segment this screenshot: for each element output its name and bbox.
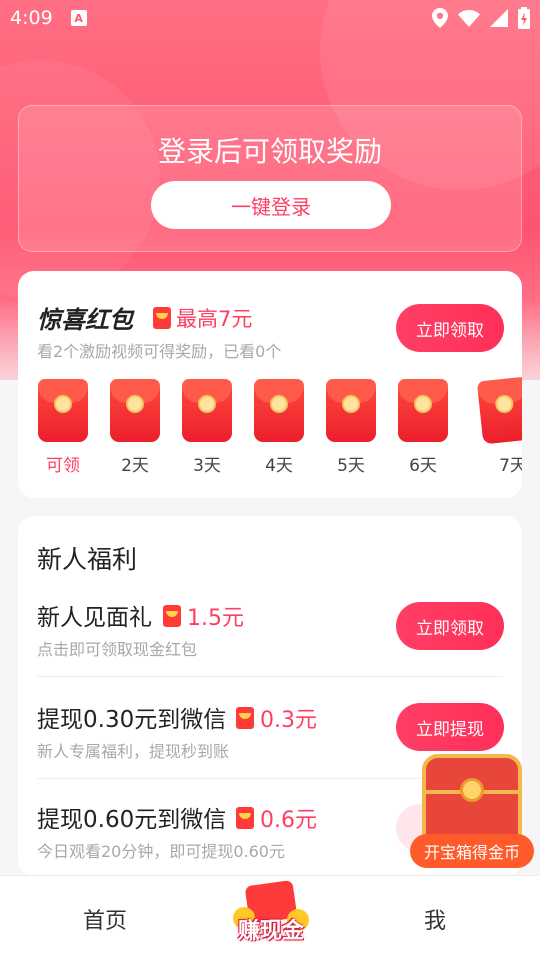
red-packet-icon bbox=[236, 707, 254, 729]
welfare-card-title: 新人福利 bbox=[37, 545, 138, 574]
claim-surprise-button[interactable]: 立即领取 bbox=[396, 304, 504, 352]
wifi-icon bbox=[458, 10, 480, 27]
red-envelope-icon[interactable] bbox=[38, 379, 88, 442]
day-label: 7天 bbox=[499, 456, 522, 476]
surprise-card-subtitle: 看2个激励视频可得奖励，已看0个 bbox=[37, 342, 282, 361]
day-label: 3天 bbox=[193, 456, 221, 476]
red-packet-icon bbox=[163, 605, 181, 627]
chest-lock-icon bbox=[460, 778, 484, 802]
welfare-row-title: 新人见面礼 bbox=[37, 605, 152, 631]
battery-charging-icon bbox=[518, 7, 530, 29]
day-label: 6天 bbox=[409, 456, 437, 476]
notification-a-icon: A bbox=[70, 10, 87, 26]
nav-earn-label: 赚现金 bbox=[237, 919, 304, 944]
nav-me[interactable]: 我 bbox=[330, 876, 540, 960]
welfare-row-subtitle: 今日观看20分钟，即可提现0.60元 bbox=[37, 842, 285, 861]
welfare-row-subtitle: 点击即可领取现金红包 bbox=[37, 640, 198, 659]
red-envelope-icon bbox=[254, 379, 304, 442]
claim-gift-button[interactable]: 立即领取 bbox=[396, 602, 504, 650]
welfare-row-title: 提现0.60元到微信 bbox=[37, 807, 227, 833]
red-envelope-icon bbox=[182, 379, 232, 442]
divider bbox=[37, 676, 503, 677]
one-click-login-button[interactable]: 一键登录 bbox=[151, 181, 391, 229]
treasure-chest-button[interactable]: 开宝箱得金币 bbox=[410, 748, 534, 871]
red-packet-icon bbox=[236, 807, 254, 829]
daily-redpacket-row: 可领 2天 3天 4天 5天 6天 7天 bbox=[18, 376, 522, 489]
welfare-row-subtitle: 新人专属福利，提现秒到账 bbox=[37, 742, 230, 761]
red-packet-icon bbox=[153, 307, 171, 329]
surprise-redpacket-card: 惊喜红包 最高7元 看2个激励视频可得奖励，已看0个 立即领取 可领 2天 3天… bbox=[18, 271, 522, 498]
red-envelope-icon bbox=[398, 379, 448, 442]
surprise-card-title: 惊喜红包 bbox=[37, 306, 133, 334]
bottom-nav: 首页 赚现金 我 bbox=[0, 875, 540, 960]
welfare-row-amount: 0.6元 bbox=[236, 802, 317, 834]
nav-home[interactable]: 首页 bbox=[0, 876, 210, 960]
day-label: 5天 bbox=[337, 456, 365, 476]
max-reward-text: 最高7元 bbox=[176, 307, 253, 331]
treasure-chest-label: 开宝箱得金币 bbox=[410, 834, 534, 868]
day-label: 2天 bbox=[121, 456, 149, 476]
day-label: 可领 bbox=[46, 456, 80, 476]
welfare-row-amount: 0.3元 bbox=[236, 702, 317, 734]
red-envelope-icon bbox=[326, 379, 376, 442]
location-icon bbox=[432, 8, 448, 28]
status-bar: 4:09 A bbox=[0, 0, 540, 36]
login-banner-title: 登录后可领取奖励 bbox=[157, 135, 382, 168]
login-banner: 登录后可领取奖励 一键登录 bbox=[18, 105, 522, 252]
status-time: 4:09 bbox=[10, 7, 53, 29]
welfare-row-title: 提现0.30元到微信 bbox=[37, 707, 227, 733]
max-reward: 最高7元 bbox=[153, 303, 252, 333]
red-envelope-icon bbox=[476, 376, 522, 445]
day-label: 4天 bbox=[265, 456, 293, 476]
red-envelope-icon bbox=[110, 379, 160, 442]
signal-icon bbox=[490, 9, 508, 27]
welfare-row-amount: 1.5元 bbox=[163, 600, 244, 632]
nav-earn-cash[interactable]: 赚现金 bbox=[225, 879, 317, 960]
withdraw-button[interactable]: 立即提现 bbox=[396, 703, 504, 751]
